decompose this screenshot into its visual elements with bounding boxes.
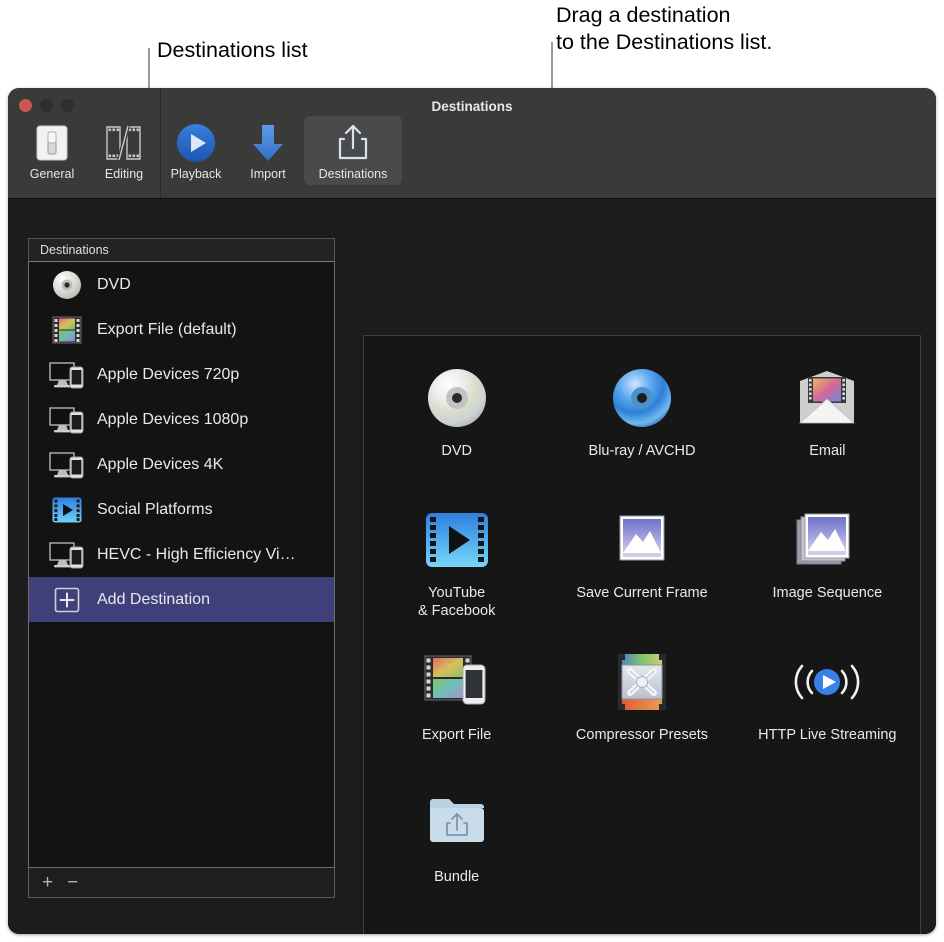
grid-item-label: HTTP Live Streaming bbox=[758, 726, 896, 744]
grid-item-label: Compressor Presets bbox=[576, 726, 708, 744]
tab-playback[interactable]: Playback bbox=[160, 116, 232, 185]
tab-import-label: Import bbox=[250, 167, 285, 181]
envelope-film-icon bbox=[794, 362, 860, 434]
grid-item-bluray-avchd[interactable]: Blu-ray / AVCHD bbox=[549, 354, 734, 496]
streaming-icon bbox=[786, 646, 868, 718]
grid-item-compressor-presets[interactable]: Compressor Presets bbox=[549, 638, 734, 780]
add-destination-button[interactable]: + bbox=[42, 873, 53, 892]
tab-import[interactable]: Import bbox=[232, 116, 304, 185]
filmstrip-cut-icon bbox=[103, 122, 145, 164]
list-item-label: Apple Devices 4K bbox=[97, 456, 223, 474]
list-item-apple-devices-1080p[interactable]: Apple Devices 1080p bbox=[29, 397, 334, 442]
list-item-hevc[interactable]: HEVC - High Efficiency Vi… bbox=[29, 532, 334, 577]
destination-templates-panel: DVD bbox=[363, 335, 921, 934]
list-item-label: Add Destination bbox=[97, 591, 210, 609]
grid-item-export-file[interactable]: Export File bbox=[364, 638, 549, 780]
list-item-label: DVD bbox=[97, 276, 131, 294]
list-item-social-platforms[interactable]: Social Platforms bbox=[29, 487, 334, 532]
bluray-disc-icon bbox=[611, 362, 673, 434]
destinations-list[interactable]: DVD bbox=[28, 262, 335, 868]
grid-item-label: Save Current Frame bbox=[576, 584, 707, 602]
download-arrow-icon bbox=[248, 122, 288, 164]
list-item-dvd[interactable]: DVD bbox=[29, 262, 334, 307]
grid-item-email[interactable]: Email bbox=[735, 354, 920, 496]
devices-icon bbox=[49, 450, 85, 480]
sidebar-header-label: Destinations bbox=[40, 243, 109, 257]
window-toolbar: Destinations General bbox=[8, 88, 936, 199]
filmstrip-color-icon bbox=[49, 315, 85, 345]
list-item-label: Apple Devices 720p bbox=[97, 366, 239, 384]
grid-item-label: Blu-ray / AVCHD bbox=[589, 442, 696, 460]
grid-item-image-sequence[interactable]: Image Sequence bbox=[735, 496, 920, 638]
tab-destinations[interactable]: Destinations bbox=[304, 116, 402, 185]
dvd-disc-icon bbox=[49, 270, 85, 300]
devices-icon bbox=[49, 360, 85, 390]
list-item-add-destination[interactable]: Add Destination bbox=[29, 577, 334, 622]
grid-item-label: Bundle bbox=[434, 868, 479, 886]
grid-item-label: Export File bbox=[422, 726, 491, 744]
grid-item-save-current-frame[interactable]: Save Current Frame bbox=[549, 496, 734, 638]
bundle-folder-icon bbox=[426, 788, 488, 860]
remove-destination-button[interactable]: − bbox=[67, 873, 78, 892]
tab-playback-label: Playback bbox=[171, 167, 222, 181]
sidebar-header: Destinations bbox=[28, 238, 335, 262]
toolbar-items: General bbox=[16, 116, 402, 185]
general-switch-icon bbox=[33, 122, 71, 164]
tab-editing[interactable]: Editing bbox=[88, 116, 160, 185]
tab-editing-label: Editing bbox=[105, 167, 143, 181]
dvd-disc-icon bbox=[426, 362, 488, 434]
window-title-text: Destinations bbox=[431, 99, 512, 114]
social-film-icon bbox=[49, 495, 85, 525]
filmstrip-device-icon bbox=[423, 646, 491, 718]
grid-item-label: Image Sequence bbox=[773, 584, 883, 602]
grid-item-bundle[interactable]: Bundle bbox=[364, 780, 549, 922]
tab-general-label: General bbox=[30, 167, 74, 181]
list-item-apple-devices-4k[interactable]: Apple Devices 4K bbox=[29, 442, 334, 487]
plus-square-icon bbox=[49, 585, 85, 615]
play-circle-icon bbox=[173, 122, 219, 164]
window-body: Destinations bbox=[8, 199, 936, 934]
sidebar-footer: + − bbox=[28, 868, 335, 898]
compressor-icon bbox=[612, 646, 672, 718]
preferences-window: Destinations General bbox=[8, 88, 936, 934]
page-title: Destinations bbox=[8, 99, 936, 114]
grid-item-label: DVD bbox=[441, 442, 472, 460]
callout-drag-destination: Drag a destination to the Destinations l… bbox=[556, 2, 772, 56]
tab-destinations-label: Destinations bbox=[319, 167, 388, 181]
grid-item-http-live-streaming[interactable]: HTTP Live Streaming bbox=[735, 638, 920, 780]
grid-item-youtube-facebook[interactable]: YouTube & Facebook bbox=[364, 496, 549, 638]
share-export-icon bbox=[333, 122, 373, 164]
list-item-export-file-default[interactable]: Export File (default) bbox=[29, 307, 334, 352]
list-item-label: Social Platforms bbox=[97, 501, 213, 519]
social-film-icon bbox=[425, 504, 489, 576]
grid-item-dvd[interactable]: DVD bbox=[364, 354, 549, 496]
grid-item-label: YouTube & Facebook bbox=[418, 584, 495, 620]
photo-frame-icon bbox=[610, 504, 674, 576]
list-item-apple-devices-720p[interactable]: Apple Devices 720p bbox=[29, 352, 334, 397]
destinations-sidebar: Destinations bbox=[28, 238, 335, 898]
tab-general[interactable]: General bbox=[16, 116, 88, 185]
devices-icon bbox=[49, 540, 85, 570]
list-item-label: Export File (default) bbox=[97, 321, 237, 339]
devices-icon bbox=[49, 405, 85, 435]
grid-item-label: Email bbox=[809, 442, 845, 460]
list-item-label: HEVC - High Efficiency Vi… bbox=[97, 546, 296, 564]
list-item-label: Apple Devices 1080p bbox=[97, 411, 248, 429]
destination-templates-grid: DVD bbox=[364, 336, 920, 922]
callout-destinations-list: Destinations list bbox=[157, 37, 308, 64]
photo-stack-icon bbox=[793, 504, 861, 576]
